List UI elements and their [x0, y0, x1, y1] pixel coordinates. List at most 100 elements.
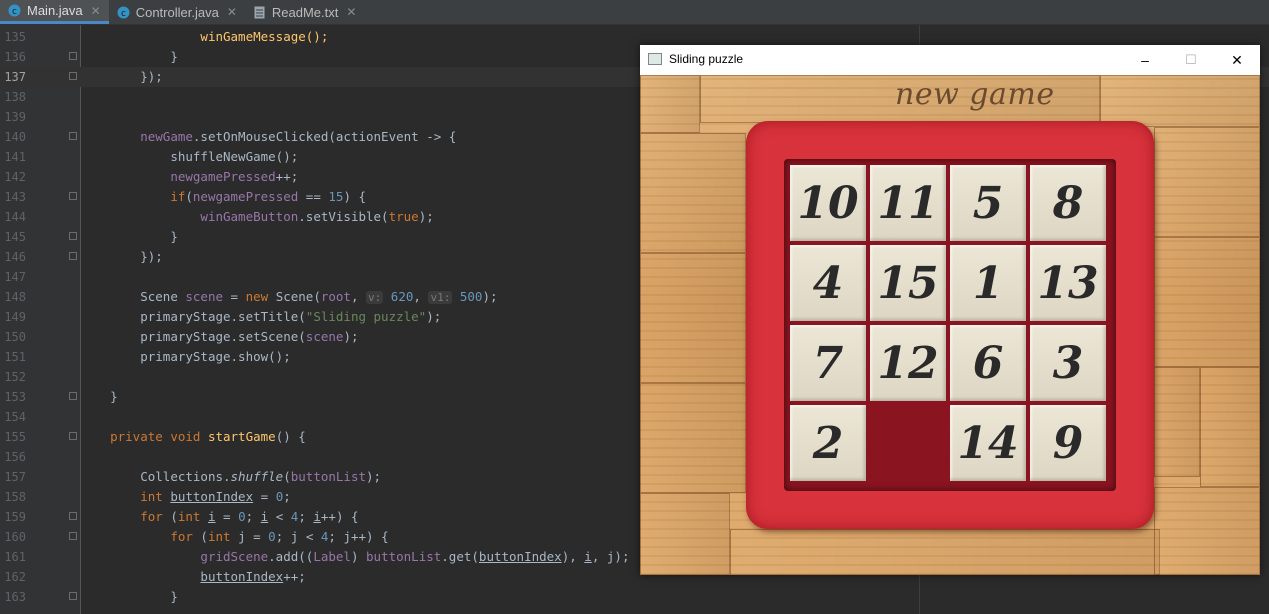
new-game-button[interactable]: new game [895, 77, 1055, 112]
puzzle-tile[interactable]: 2 [790, 405, 866, 481]
sliding-puzzle-window[interactable]: Sliding puzzle – ☐ ✕ new game 10 11 5 8 … [640, 45, 1260, 575]
fold-marker-icon[interactable] [69, 432, 77, 440]
line-number: 161 [4, 550, 26, 564]
fold-marker-icon[interactable] [69, 72, 77, 80]
code-text: newgamePressed++; [170, 169, 299, 184]
fold-marker-icon[interactable] [69, 392, 77, 400]
puzzle-tile[interactable]: 8 [1030, 165, 1106, 241]
line-number: 155 [4, 430, 26, 444]
tab-label: Controller.java [135, 4, 219, 20]
line-number: 139 [4, 110, 26, 124]
puzzle-tile[interactable]: 9 [1030, 405, 1106, 481]
wood-plank [1154, 237, 1260, 367]
line-number: 148 [4, 290, 26, 304]
fold-marker-icon[interactable] [69, 512, 77, 520]
wood-plank [640, 383, 746, 493]
puzzle-tile[interactable]: 5 [950, 165, 1026, 241]
code-text: }); [140, 69, 163, 84]
puzzle-tile[interactable]: 6 [950, 325, 1026, 401]
code-text: gridScene.add((Label) buttonList.get(but… [200, 549, 630, 564]
code-text: winGameButton.setVisible(true); [200, 209, 434, 224]
line-number: 136 [4, 50, 26, 64]
tab-label: Main.java [27, 3, 83, 18]
puzzle-tile[interactable]: 15 [870, 245, 946, 321]
code-text: for (int i = 0; i < 4; i++) { [140, 509, 359, 524]
close-tab-icon[interactable]: ✕ [91, 4, 101, 18]
line-number: 153 [4, 390, 26, 404]
app-window-icon [648, 53, 662, 65]
maximize-button[interactable]: ☐ [1168, 45, 1214, 75]
wood-plank [640, 253, 746, 383]
svg-text:c: c [121, 9, 126, 19]
puzzle-tile[interactable]: 1 [950, 245, 1026, 321]
fold-marker-icon[interactable] [69, 192, 77, 200]
wood-plank [1154, 127, 1260, 237]
line-number: 146 [4, 250, 26, 264]
line-number: 141 [4, 150, 26, 164]
line-number: 157 [4, 470, 26, 484]
close-button[interactable]: ✕ [1214, 45, 1260, 75]
puzzle-tile[interactable]: 4 [790, 245, 866, 321]
line-number: 158 [4, 490, 26, 504]
tab-label: ReadMe.txt [271, 4, 339, 20]
game-scene: new game 10 11 5 8 4 15 1 13 7 12 6 3 2 … [640, 75, 1260, 575]
tab-controller-java[interactable]: c Controller.java ✕ [109, 0, 245, 24]
editor-tab-bar: c Main.java ✕ c Controller.java ✕ ReadMe… [0, 0, 1269, 25]
line-number: 147 [4, 270, 26, 284]
wood-plank [730, 529, 1160, 575]
code-text: Scene scene = new Scene(root, v: 620, v1… [140, 289, 498, 304]
param-hint: v: [366, 291, 384, 304]
puzzle-tile[interactable]: 11 [870, 165, 946, 241]
line-number: 140 [4, 130, 26, 144]
line-number: 144 [4, 210, 26, 224]
line-number: 145 [4, 230, 26, 244]
puzzle-tile[interactable]: 3 [1030, 325, 1106, 401]
tab-readme-txt[interactable]: ReadMe.txt ✕ [245, 0, 365, 24]
code-text: } [170, 229, 178, 244]
puzzle-tile[interactable]: 14 [950, 405, 1026, 481]
code-line[interactable]: 135 winGameMessage(); [0, 27, 1269, 47]
code-text: }); [140, 249, 163, 264]
puzzle-grid: 10 11 5 8 4 15 1 13 7 12 6 3 2 14 9 [784, 159, 1116, 491]
line-number: 162 [4, 570, 26, 584]
line-number: 163 [4, 590, 26, 604]
java-class-icon: c [117, 6, 130, 19]
puzzle-tray: 10 11 5 8 4 15 1 13 7 12 6 3 2 14 9 [746, 121, 1154, 529]
code-text: private void startGame() { [110, 429, 306, 444]
code-text: Collections.shuffle(buttonList); [140, 469, 382, 484]
line-number: 160 [4, 530, 26, 544]
wood-plank [640, 133, 746, 253]
puzzle-tile[interactable]: 7 [790, 325, 866, 401]
code-text: shuffleNewGame(); [170, 149, 299, 164]
window-title: Sliding puzzle [669, 52, 744, 66]
line-number: 138 [4, 90, 26, 104]
code-text: } [170, 49, 178, 64]
wood-plank [1154, 367, 1200, 477]
code-text: for (int j = 0; j < 4; j++) { [170, 529, 389, 544]
line-number: 159 [4, 510, 26, 524]
puzzle-tile[interactable]: 13 [1030, 245, 1106, 321]
svg-text:c: c [12, 7, 17, 17]
fold-marker-icon[interactable] [69, 592, 77, 600]
line-number: 135 [4, 30, 26, 44]
fold-marker-icon[interactable] [69, 232, 77, 240]
code-text: newGame.setOnMouseClicked(actionEvent ->… [140, 129, 457, 144]
minimize-button[interactable]: – [1122, 45, 1168, 75]
fold-marker-icon[interactable] [69, 132, 77, 140]
line-number: 150 [4, 330, 26, 344]
close-tab-icon[interactable]: ✕ [227, 5, 237, 19]
code-text: primaryStage.setTitle("Sliding puzzle"); [140, 309, 442, 324]
fold-marker-icon[interactable] [69, 252, 77, 260]
fold-marker-icon[interactable] [69, 532, 77, 540]
puzzle-tile[interactable]: 10 [790, 165, 866, 241]
code-text: int buttonIndex = 0; [140, 489, 291, 504]
code-line[interactable]: 163 } [0, 587, 1269, 607]
text-file-icon [253, 6, 266, 19]
puzzle-tile[interactable]: 12 [870, 325, 946, 401]
close-tab-icon[interactable]: ✕ [346, 5, 356, 19]
code-text: } [170, 589, 178, 604]
tab-main-java[interactable]: c Main.java ✕ [0, 0, 109, 24]
window-title-bar[interactable]: Sliding puzzle – ☐ ✕ [640, 45, 1260, 75]
fold-marker-icon[interactable] [69, 52, 77, 60]
java-class-icon: c [8, 4, 21, 17]
